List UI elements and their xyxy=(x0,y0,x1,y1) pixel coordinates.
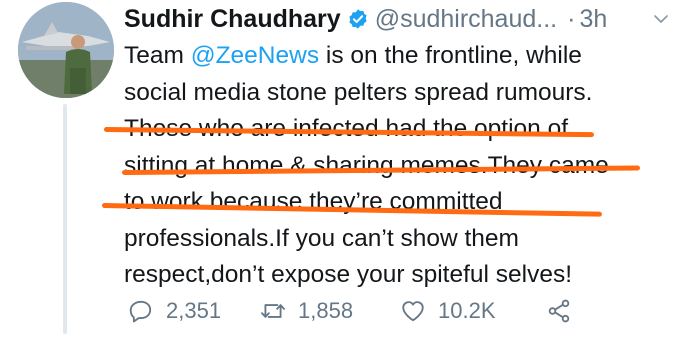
reply-button[interactable]: 2,351 xyxy=(128,298,260,324)
tweet-line-1-post: is on the frontline, while xyxy=(319,42,582,69)
display-name[interactable]: Sudhir Chaudhary xyxy=(124,4,341,34)
tweet-line-1-pre: Team xyxy=(124,42,191,69)
reply-icon xyxy=(129,300,152,323)
avatar[interactable] xyxy=(18,2,114,98)
thread-line xyxy=(63,104,67,334)
tweet-header: Sudhir Chaudhary @sudhirchaud... · 3h xyxy=(124,4,674,34)
tweet-line-2: social media stone pelters spread rumour… xyxy=(124,78,593,106)
retweet-count: 1,858 xyxy=(298,298,354,323)
share-icon xyxy=(548,299,570,323)
tweet-line-6: professionals.If you can’t show them xyxy=(124,224,519,252)
share-button[interactable] xyxy=(546,298,584,324)
tweet-line-1: Team @ZeeNews is on the frontline, while xyxy=(124,38,669,75)
tweet-actions: 2,351 1,858 10.2K xyxy=(128,295,584,327)
retweet-button[interactable]: 1,858 xyxy=(260,298,400,324)
retweet-icon xyxy=(261,304,285,318)
tweet-line-7: respect,don’t expose your spiteful selve… xyxy=(124,261,573,288)
chevron-down-icon[interactable] xyxy=(652,10,670,28)
tweet[interactable]: Sudhir Chaudhary @sudhirchaud... · 3h Te… xyxy=(0,0,679,337)
reply-count: 2,351 xyxy=(166,298,222,323)
avatar-column xyxy=(18,0,118,337)
tweet-content: Sudhir Chaudhary @sudhirchaud... · 3h Te… xyxy=(101,0,674,337)
timestamp[interactable]: 3h xyxy=(579,4,607,34)
like-button[interactable]: 10.2K xyxy=(400,298,546,324)
separator-dot: · xyxy=(567,5,576,33)
avatar-photo xyxy=(18,2,114,98)
like-icon xyxy=(402,301,424,322)
mention-link[interactable]: @ZeeNews xyxy=(191,42,319,69)
verified-badge-icon xyxy=(349,9,367,29)
like-count: 10.2K xyxy=(438,298,496,323)
user-handle[interactable]: @sudhirchaud... xyxy=(375,4,557,34)
